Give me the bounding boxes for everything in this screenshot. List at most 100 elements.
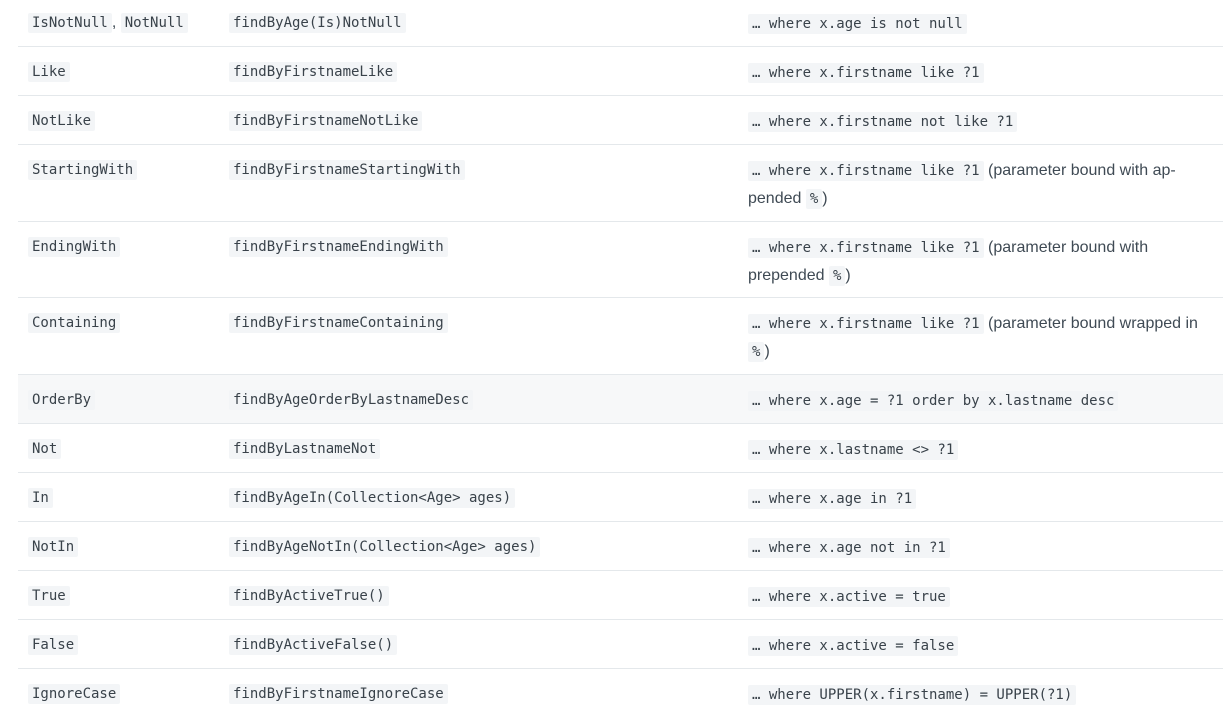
keyword-code: IsNotNull	[28, 13, 112, 33]
sample-cell: findByFirstnameEndingWith	[229, 237, 448, 257]
keyword-table: IsNotNull, NotNull findByAge(Is)NotNull …	[18, 0, 1223, 716]
jpql-cell: … where x.firstname like ?1 (parameter b…	[748, 157, 1218, 213]
keyword-cell: Like	[28, 62, 70, 82]
sample-cell: findByFirstnameStartingWith	[229, 160, 465, 180]
keyword-cell: NotIn	[28, 537, 79, 557]
jpql-code: … where x.firstname like ?1	[748, 161, 984, 181]
sample-code: findByAge(Is)NotNull	[229, 13, 406, 33]
sample-cell: findByActiveFalse()	[229, 635, 398, 655]
sample-code: findByAgeOrderByLastnameDesc	[229, 390, 474, 410]
keyword-code: Not	[28, 439, 62, 459]
sample-cell: findByAgeOrderByLastnameDesc	[229, 390, 474, 410]
jpql-cell: … where x.age not in ?1	[748, 534, 1218, 562]
sample-code: findByFirstnameEndingWith	[229, 237, 448, 257]
keyword-code: Containing	[28, 313, 121, 333]
note-code: %	[748, 342, 765, 362]
table-row: False findByActiveFalse() … where x.acti…	[18, 620, 1223, 669]
jpql-cell: … where x.age = ?1 order by x.lastname d…	[748, 387, 1218, 415]
keyword-cell: StartingWith	[28, 160, 138, 180]
jpql-cell: … where x.active = true	[748, 583, 1218, 611]
sample-cell: findByAgeNotIn(Collection<Age> ages)	[229, 537, 541, 557]
jpql-code: … where x.active = true	[748, 587, 950, 607]
keyword-code: True	[28, 586, 70, 606]
note-end: )	[764, 343, 770, 360]
sample-code: findByLastnameNot	[229, 439, 381, 459]
sample-cell: findByFirstnameLike	[229, 62, 398, 82]
jpql-code: … where x.firstname like ?1	[748, 238, 984, 258]
jpql-code: … where x.firstname like ?1	[748, 63, 984, 83]
table-row: True findByActiveTrue() … where x.active…	[18, 571, 1223, 620]
note-end: )	[822, 190, 828, 207]
keyword-code: In	[28, 488, 53, 508]
keyword-cell: True	[28, 586, 70, 606]
jpql-code: … where x.lastname <> ?1	[748, 440, 959, 460]
keyword-cell: Not	[28, 439, 62, 459]
jpql-code: … where x.active = false	[748, 636, 959, 656]
keyword-cell: EndingWith	[28, 237, 121, 257]
jpql-code: … where x.firstname not like ?1	[748, 112, 1018, 132]
sample-code: findByActiveTrue()	[229, 586, 389, 606]
keyword-code: EndingWith	[28, 237, 121, 257]
jpql-cell: … where x.age in ?1	[748, 485, 1218, 513]
table-row: In findByAgeIn(Collection<Age> ages) … w…	[18, 473, 1223, 522]
table-row: EndingWith findByFirstnameEndingWith … w…	[18, 222, 1223, 298]
jpql-cell: … where x.active = false	[748, 632, 1218, 660]
table-row: OrderBy findByAgeOrderByLastnameDesc … w…	[18, 375, 1223, 424]
sample-cell: findByLastnameNot	[229, 439, 381, 459]
jpql-code: … where x.age is not null	[748, 14, 967, 34]
keyword-code: NotIn	[28, 537, 79, 557]
sample-cell: findByFirstnameNotLike	[229, 111, 423, 131]
table-row: NotIn findByAgeNotIn(Collection<Age> age…	[18, 522, 1223, 571]
note-code: %	[828, 266, 846, 286]
table-row: Like findByFirstnameLike … where x.first…	[18, 47, 1223, 96]
sample-code: findByAgeNotIn(Collection<Age> ages)	[229, 537, 541, 557]
jpql-note: (parameter bound wrapped in	[988, 315, 1198, 332]
sample-code: findByFirstnameNotLike	[229, 111, 423, 131]
jpql-code: … where x.age not in ?1	[748, 538, 950, 558]
note-code: %	[805, 189, 823, 209]
keyword-separator: ,	[111, 14, 121, 31]
jpql-code: … where x.age in ?1	[748, 489, 917, 509]
keyword-cell: In	[28, 488, 53, 508]
keyword-code: IgnoreCase	[28, 684, 121, 704]
table-row: IgnoreCase findByFirstnameIgnoreCase … w…	[18, 669, 1223, 716]
keyword-cell: Containing	[28, 313, 121, 333]
jpql-code: … where x.firstname like ?1	[748, 314, 984, 334]
keyword-cell: OrderBy	[28, 390, 96, 410]
sample-cell: findByFirstnameContaining	[229, 313, 448, 333]
sample-code: findByFirstnameLike	[229, 62, 398, 82]
keyword-code: Like	[28, 62, 70, 82]
jpql-cell: … where x.age is not null	[748, 10, 1218, 38]
keyword-cell: NotLike	[28, 111, 96, 131]
jpql-code: … where UPPER(x.firstname) = UPPER(?1)	[748, 685, 1077, 705]
jpql-code: … where x.age = ?1 order by x.lastname d…	[748, 391, 1119, 411]
sample-code: findByFirstnameContaining	[229, 313, 448, 333]
keyword-cell: IsNotNull, NotNull	[28, 13, 188, 33]
jpql-cell: … where x.firstname not like ?1	[748, 108, 1218, 136]
jpql-cell: … where x.lastname <> ?1	[748, 436, 1218, 464]
keyword-cell: IgnoreCase	[28, 684, 121, 704]
table-row: NotLike findByFirstnameNotLike … where x…	[18, 96, 1223, 145]
table-row: Not findByLastnameNot … where x.lastname…	[18, 424, 1223, 473]
sample-cell: findByAge(Is)NotNull	[229, 13, 406, 33]
keyword-code: StartingWith	[28, 160, 138, 180]
jpql-cell: … where x.firstname like ?1 (parameter b…	[748, 234, 1218, 290]
note-end: )	[845, 267, 851, 284]
keyword-code: False	[28, 635, 79, 655]
jpql-cell: … where UPPER(x.firstname) = UPPER(?1)	[748, 681, 1218, 709]
table-row: Containing findByFirstnameContaining … w…	[18, 298, 1223, 375]
sample-cell: findByFirstnameIgnoreCase	[229, 684, 448, 704]
jpql-cell: … where x.firstname like ?1	[748, 59, 1218, 87]
keyword-cell: False	[28, 635, 79, 655]
sample-cell: findByAgeIn(Collection<Age> ages)	[229, 488, 516, 508]
table-row: StartingWith findByFirstnameStartingWith…	[18, 145, 1223, 222]
keyword-code: NotLike	[28, 111, 96, 131]
sample-code: findByAgeIn(Collection<Age> ages)	[229, 488, 516, 508]
sample-code: findByFirstnameStartingWith	[229, 160, 465, 180]
sample-code: findByFirstnameIgnoreCase	[229, 684, 448, 704]
sample-code: findByActiveFalse()	[229, 635, 398, 655]
table-row: IsNotNull, NotNull findByAge(Is)NotNull …	[18, 0, 1223, 47]
jpql-cell: … where x.firstname like ?1 (parameter b…	[748, 310, 1218, 366]
keyword-code: NotNull	[120, 13, 188, 33]
keyword-code: OrderBy	[28, 390, 96, 410]
